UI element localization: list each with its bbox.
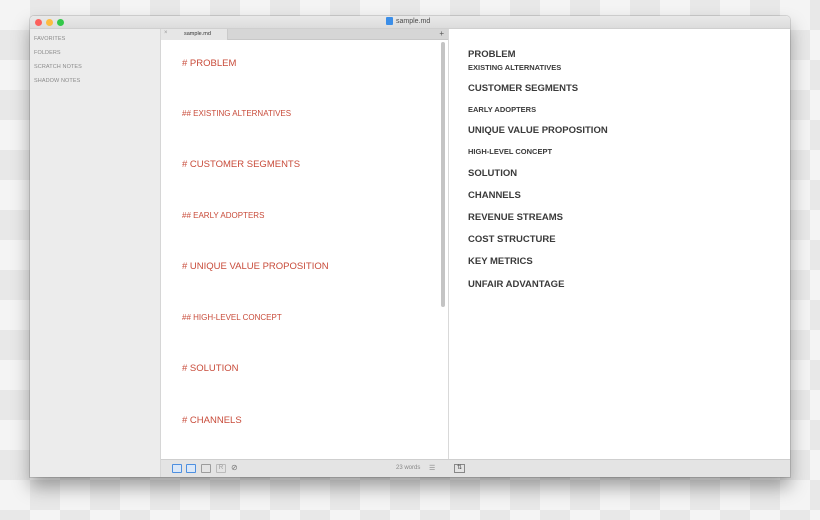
editor-line[interactable]: # CUSTOMER SEGMENTS — [182, 159, 300, 170]
preview-heading: EXISTING ALTERNATIVES — [468, 63, 562, 72]
preview-heading: CHANNELS — [468, 190, 521, 201]
tab-label: sample.md — [184, 31, 211, 37]
preview-heading: UNIQUE VALUE PROPOSITION — [468, 125, 608, 136]
word-count: 23 words — [396, 465, 421, 471]
outline-icon[interactable]: ☰ — [429, 464, 435, 472]
preview-layout-icon[interactable] — [201, 464, 211, 473]
preview-heading: SOLUTION — [468, 168, 518, 179]
markdown-editor[interactable]: # PROBLEM ## EXISTING ALTERNATIVES # CUS… — [161, 40, 449, 459]
document-icon — [386, 17, 393, 25]
hide-icon[interactable]: ⊘ — [231, 463, 238, 472]
preview-heading: UNFAIR ADVANTAGE — [468, 279, 565, 290]
preview-heading: CUSTOMER SEGMENTS — [468, 83, 579, 94]
swap-panes-icon[interactable]: ⇅ — [454, 464, 465, 473]
sidebar-layout-icon[interactable] — [172, 464, 182, 473]
sidebar-item-scratch-notes[interactable]: SCRATCH NOTES — [30, 60, 160, 74]
preview-pane: PROBLEM EXISTING ALTERNATIVES CUSTOMER S… — [449, 29, 790, 459]
editor-line[interactable]: ## EARLY ADOPTERS — [182, 211, 264, 220]
preview-heading: HIGH-LEVEL CONCEPT — [468, 147, 553, 156]
preview-status-bar: ⇅ — [449, 459, 790, 477]
app-window: sample.md FAVORITES FOLDERS SCRATCH NOTE… — [30, 16, 790, 477]
editor-line[interactable]: # SOLUTION — [182, 363, 239, 374]
editor-status-bar: R ⊘ 23 words ☰ — [161, 459, 449, 477]
close-window-button[interactable] — [35, 19, 42, 26]
preview-heading: COST STRUCTURE — [468, 234, 556, 245]
sidebar: FAVORITES FOLDERS SCRATCH NOTES SHADOW N… — [30, 29, 161, 477]
tab-bar: × sample.md + — [161, 29, 449, 40]
preview-heading: REVENUE STREAMS — [468, 212, 564, 223]
new-tab-button[interactable]: + — [439, 29, 444, 38]
editor-scrollbar[interactable] — [441, 42, 445, 307]
close-tab-icon[interactable]: × — [164, 30, 168, 36]
editor-line[interactable]: ## HIGH-LEVEL CONCEPT — [182, 313, 282, 322]
window-title-text: sample.md — [396, 17, 431, 25]
sidebar-item-favorites[interactable]: FAVORITES — [30, 32, 160, 46]
minimize-window-button[interactable] — [46, 19, 53, 26]
sidebar-item-folders[interactable]: FOLDERS — [30, 46, 160, 60]
preview-heading: PROBLEM — [468, 49, 516, 60]
split-layout-icon[interactable] — [186, 464, 196, 473]
read-mode-icon[interactable]: R — [216, 464, 226, 473]
window-title: sample.md — [386, 17, 430, 25]
editor-line[interactable]: ## EXISTING ALTERNATIVES — [182, 109, 291, 118]
editor-line[interactable]: # UNIQUE VALUE PROPOSITION — [182, 261, 329, 272]
preview-heading: KEY METRICS — [468, 256, 533, 267]
editor-line[interactable]: # PROBLEM — [182, 58, 236, 69]
maximize-window-button[interactable] — [57, 19, 64, 26]
preview-heading: EARLY ADOPTERS — [468, 105, 537, 114]
title-bar: sample.md — [30, 16, 790, 29]
editor-line[interactable]: # CHANNELS — [182, 415, 242, 426]
sidebar-item-shadow-notes[interactable]: SHADOW NOTES — [30, 74, 160, 88]
tab-sample-md[interactable]: × sample.md — [161, 29, 228, 40]
